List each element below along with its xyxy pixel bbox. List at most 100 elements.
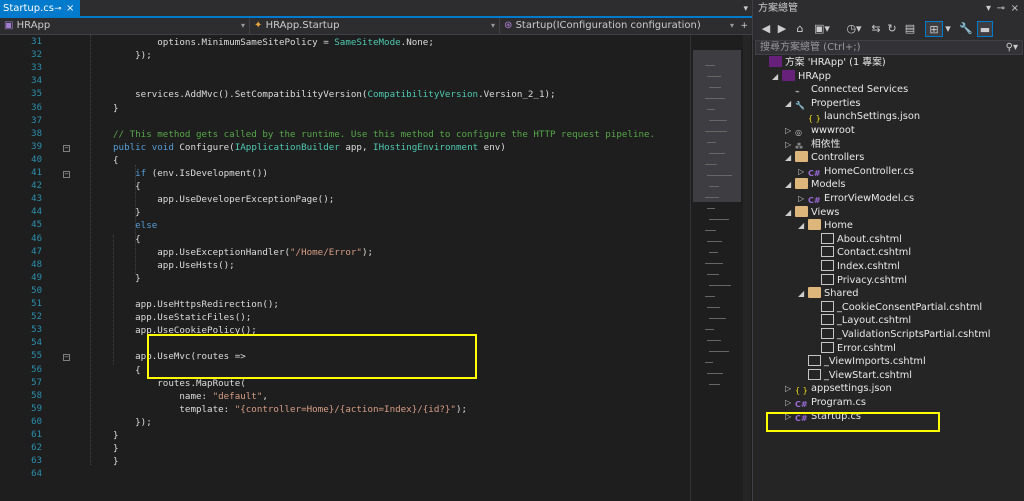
code-line[interactable]: } bbox=[113, 430, 119, 441]
solution-tree-item-label: Error.cshtml bbox=[837, 342, 896, 354]
member-dropdown[interactable]: ⊛ Startup(IConfiguration configuration) … bbox=[500, 18, 738, 35]
solution-tree-item[interactable]: About.cshtml bbox=[811, 232, 902, 247]
solution-tree-item[interactable]: ▷ ◎ wwwroot bbox=[785, 124, 855, 138]
solution-tree-item[interactable]: _CookieConsentPartial.cshtml bbox=[811, 300, 982, 315]
properties-wrench-icon[interactable]: 🔧 bbox=[959, 21, 973, 37]
solution-tree-item[interactable]: Contact.cshtml bbox=[811, 246, 911, 260]
code-line[interactable]: services.AddMvc().SetCompatibilityVersio… bbox=[113, 89, 555, 100]
pin-icon[interactable]: ⊸ bbox=[54, 0, 62, 18]
overview-viewport[interactable] bbox=[693, 50, 741, 202]
code-line[interactable]: app.UseStaticFiles(); bbox=[113, 312, 251, 323]
code-line[interactable]: { bbox=[113, 181, 141, 192]
collapse-toggle-icon[interactable]: − bbox=[63, 354, 70, 362]
code-line[interactable]: app.UseHttpsRedirection(); bbox=[113, 299, 279, 310]
expand-toggle-icon[interactable]: ▷ bbox=[785, 396, 795, 410]
solution-tree-item[interactable]: ◢ Shared bbox=[798, 287, 859, 301]
code-line[interactable]: app.UseHsts(); bbox=[113, 260, 234, 271]
code-line[interactable]: // This method gets called by the runtim… bbox=[113, 129, 655, 140]
code-line[interactable]: app.UseDeveloperExceptionPage(); bbox=[113, 194, 334, 205]
overview-line bbox=[705, 65, 715, 66]
tab-list-dropdown-icon[interactable]: ▾ bbox=[743, 0, 748, 18]
solution-tree-item[interactable]: 方案 'HRApp' (1 專案) bbox=[759, 56, 886, 70]
folder-icon bbox=[795, 151, 808, 163]
code-line[interactable]: name: "default", bbox=[113, 391, 268, 402]
tab-startup-cs[interactable]: Startup.cs ⊸ × bbox=[0, 0, 80, 18]
solution-tree-item[interactable]: _Layout.cshtml bbox=[811, 314, 911, 328]
project-dropdown[interactable]: ▣ HRApp ▾ bbox=[0, 18, 250, 35]
solution-tree-item[interactable]: _ViewImports.cshtml bbox=[798, 355, 926, 369]
code-line[interactable]: } bbox=[113, 443, 119, 454]
expand-toggle-icon[interactable]: ▷ bbox=[798, 192, 808, 206]
solution-tree-item[interactable]: ◢ Views bbox=[785, 205, 839, 220]
solutions-views-icon[interactable]: ▣▾ bbox=[811, 21, 833, 37]
solution-search-input[interactable]: 搜尋方案總管 (Ctrl+;) ⚲▾ bbox=[755, 40, 1023, 55]
expand-toggle-icon[interactable]: ▷ bbox=[785, 138, 795, 152]
collapse-all-icon[interactable]: ▤ bbox=[903, 21, 917, 37]
split-editor-icon[interactable]: + bbox=[740, 18, 748, 34]
back-icon[interactable]: ◀ bbox=[759, 21, 773, 37]
dropdown-icon[interactable]: ▾ bbox=[986, 0, 991, 18]
solution-tree-item[interactable]: Privacy.cshtml bbox=[811, 273, 907, 288]
code-line[interactable]: if (env.IsDevelopment()) bbox=[113, 168, 268, 179]
solution-tree-item[interactable]: _ViewStart.cshtml bbox=[798, 368, 912, 383]
show-all-files-icon[interactable]: ⊞ bbox=[925, 21, 943, 37]
solution-tree-item[interactable]: ▷ ⁂ 相依性 bbox=[785, 138, 840, 152]
solution-tree-item[interactable]: { } launchSettings.json bbox=[798, 110, 920, 124]
search-icon[interactable]: ⚲▾ bbox=[1006, 41, 1018, 54]
expand-toggle-icon[interactable]: ◢ bbox=[785, 97, 795, 111]
expand-toggle-icon[interactable]: ◢ bbox=[798, 219, 808, 233]
solution-tree-item[interactable]: ◢ 🔧 Properties bbox=[785, 97, 861, 111]
code-token: SameSiteMode bbox=[334, 37, 401, 48]
solution-tree-item[interactable]: ▷ C# HomeController.cs bbox=[798, 165, 914, 179]
code-line[interactable]: } bbox=[113, 273, 141, 284]
forward-icon[interactable]: ▶ bbox=[775, 21, 789, 37]
pending-changes-filter-icon[interactable]: ◷▾ bbox=[843, 21, 865, 37]
home-icon[interactable]: ⌂ bbox=[793, 21, 807, 37]
code-line[interactable]: template: "{controller=Home}/{action=Ind… bbox=[113, 404, 467, 415]
expand-toggle-icon[interactable]: ◢ bbox=[785, 206, 795, 220]
code-line[interactable]: app.UseExceptionHandler("/Home/Error"); bbox=[113, 247, 373, 258]
type-dropdown[interactable]: ✦ HRApp.Startup ▾ bbox=[250, 18, 500, 35]
code-line[interactable]: } bbox=[113, 207, 141, 218]
expand-toggle-icon[interactable]: ▷ bbox=[785, 382, 795, 396]
chevron-down-icon[interactable]: ▾ bbox=[943, 21, 953, 37]
solution-tree-item[interactable]: Error.cshtml bbox=[811, 341, 896, 356]
sync-icon[interactable]: ⇆ bbox=[869, 21, 883, 37]
solution-tree-item[interactable]: ▷ C# ErrorViewModel.cs bbox=[798, 192, 914, 206]
code-editor[interactable]: 31 options.MinimumSameSitePolicy = SameS… bbox=[0, 35, 690, 501]
code-line[interactable]: }); bbox=[113, 417, 152, 428]
refresh-icon[interactable]: ↻ bbox=[885, 21, 899, 37]
solution-tree-item[interactable]: _ValidationScriptsPartial.cshtml bbox=[811, 328, 991, 342]
expand-toggle-icon[interactable]: ◢ bbox=[785, 178, 795, 192]
close-icon[interactable]: × bbox=[66, 0, 74, 18]
expand-toggle-icon[interactable]: ▷ bbox=[798, 165, 808, 179]
solution-tree-item[interactable]: ◢ Controllers bbox=[785, 151, 864, 165]
collapse-toggle-icon[interactable]: − bbox=[63, 144, 70, 152]
solution-tree-item[interactable]: ▷{ } appsettings.json bbox=[785, 382, 892, 396]
solution-tree-item[interactable]: ◢ HRApp bbox=[772, 69, 831, 84]
code-line[interactable]: }); bbox=[113, 50, 152, 61]
scroll-overview-map[interactable] bbox=[690, 35, 751, 501]
code-line[interactable]: } bbox=[113, 103, 119, 114]
code-line[interactable]: { bbox=[113, 365, 141, 376]
solution-tree-item[interactable]: ▷ C# Program.cs bbox=[785, 396, 866, 410]
expand-toggle-icon[interactable]: ◢ bbox=[772, 70, 782, 84]
expand-toggle-icon[interactable]: ▷ bbox=[785, 124, 795, 138]
expand-toggle-icon[interactable]: ◢ bbox=[798, 287, 808, 301]
collapse-toggle-icon[interactable]: − bbox=[63, 171, 70, 178]
solution-tree-item[interactable]: ◢ Home bbox=[798, 219, 853, 233]
code-line[interactable]: } bbox=[113, 456, 119, 467]
code-line[interactable]: routes.MapRoute( bbox=[113, 378, 246, 389]
solution-tree-item[interactable]: Index.cshtml bbox=[811, 260, 900, 274]
preview-selected-items-icon[interactable]: ▬ bbox=[977, 21, 993, 37]
vertical-scrollbar[interactable] bbox=[743, 35, 751, 501]
solution-tree-item[interactable]: ◢ Models bbox=[785, 178, 846, 192]
code-line[interactable]: { bbox=[113, 234, 141, 245]
solution-tree-item[interactable]: ⌁ Connected Services bbox=[785, 83, 908, 97]
code-line[interactable]: { bbox=[113, 155, 119, 166]
close-icon[interactable]: × bbox=[1011, 0, 1019, 18]
pin-icon[interactable]: ⊸ bbox=[997, 0, 1005, 18]
code-line[interactable]: options.MinimumSameSitePolicy = SameSite… bbox=[113, 37, 434, 48]
code-line[interactable]: public void Configure(IApplicationBuilde… bbox=[113, 142, 506, 153]
expand-toggle-icon[interactable]: ◢ bbox=[785, 151, 795, 165]
